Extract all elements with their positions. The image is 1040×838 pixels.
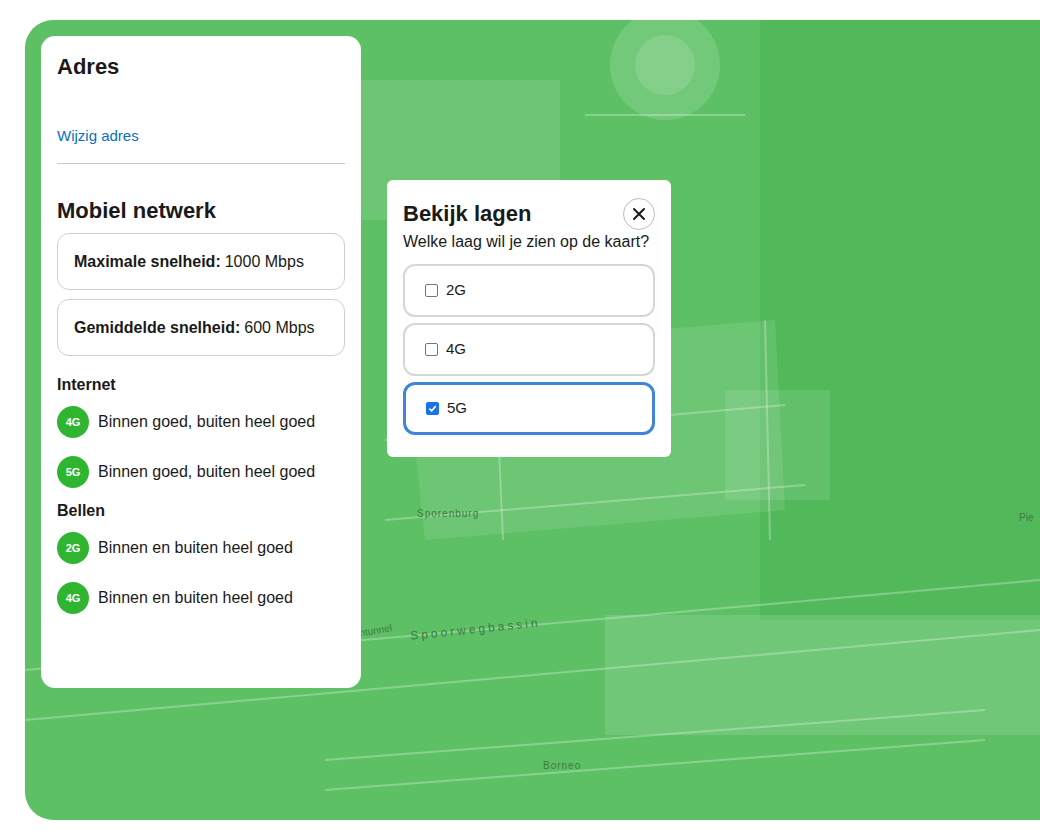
speed-list: Maximale snelheid:1000 Mbps Gemiddelde sn… (57, 233, 345, 356)
layers-dialog: Bekijk lagen Welke laag wil je zien op de… (387, 180, 671, 457)
coverage-map[interactable]: SporenburgSpoorwegbassinBorneointunnelPi… (25, 20, 1040, 820)
layer-checkbox[interactable] (425, 343, 438, 356)
layer-label: 5G (447, 397, 467, 420)
info-card: Adres Wijzig adres Mobiel netwerk Maximale … (41, 36, 361, 688)
dialog-question: Welke laag wil je zien op de kaart? (403, 232, 655, 252)
network-badge: 4G (57, 582, 89, 614)
speed-box: Gemiddelde snelheid:600 Mbps (57, 299, 345, 356)
network-badge: 5G (57, 456, 89, 488)
map-label: Sporenburg (417, 506, 479, 521)
change-address-link[interactable]: Wijzig adres (57, 126, 139, 146)
coverage-text: Binnen en buiten heel goed (98, 588, 293, 608)
coverage-row: 2G Binnen en buiten heel goed (57, 532, 345, 564)
speed-value: 1000 Mbps (225, 250, 304, 274)
coverage-row: 4G Binnen en buiten heel goed (57, 582, 345, 614)
layer-label: 2G (446, 279, 466, 302)
map-label: Borneo (543, 758, 581, 773)
map-label: Spoorwegbassin (409, 613, 541, 645)
speed-box: Maximale snelheid:1000 Mbps (57, 233, 345, 290)
layer-option[interactable]: 2G (403, 264, 655, 317)
check-icon (428, 404, 437, 413)
coverage-row: 5G Binnen goed, buiten heel goed (57, 456, 345, 488)
network-title: Mobiel netwerk (57, 197, 345, 225)
close-button[interactable] (623, 198, 655, 230)
coverage-row: 4G Binnen goed, buiten heel goed (57, 406, 345, 438)
layer-label: 4G (446, 338, 466, 361)
network-badge: 4G (57, 406, 89, 438)
coverage-text: Binnen goed, buiten heel goed (98, 462, 315, 482)
dialog-header: Bekijk lagen (403, 198, 655, 230)
divider (57, 163, 345, 164)
address-title: Adres (57, 52, 345, 82)
speed-value: 600 Mbps (244, 316, 314, 340)
layer-option[interactable]: 4G (403, 323, 655, 376)
layer-option[interactable]: 5G (403, 382, 655, 435)
layer-options: 2G 4G 5G (403, 264, 655, 435)
network-badge: 2G (57, 532, 89, 564)
coverage-text: Binnen goed, buiten heel goed (98, 412, 315, 432)
dialog-title: Bekijk lagen (403, 200, 531, 228)
close-icon (632, 207, 646, 221)
layer-checkbox[interactable] (426, 402, 439, 415)
layer-checkbox[interactable] (425, 284, 438, 297)
coverage-list: 2G Binnen en buiten heel goed 4G Binnen en … (57, 532, 345, 614)
speed-label: Gemiddelde snelheid: (74, 316, 240, 340)
speed-label: Maximale snelheid: (74, 250, 221, 274)
section-title: Internet (57, 374, 345, 396)
section-title: Bellen (57, 500, 345, 522)
map-label: Pie (1019, 510, 1033, 525)
coverage-text: Binnen en buiten heel goed (98, 538, 293, 558)
coverage-list: 4G Binnen goed, buiten heel goed 5G Binnen … (57, 406, 345, 488)
